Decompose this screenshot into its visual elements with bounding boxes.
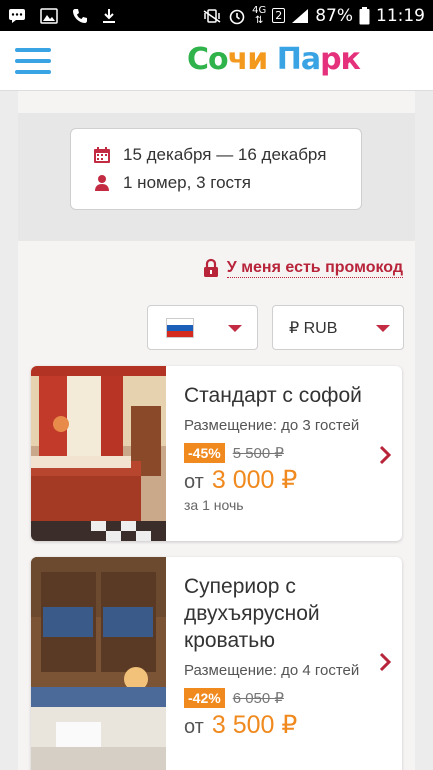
price-from-label: от xyxy=(184,471,204,493)
promo-code-label: У меня есть промокод xyxy=(226,258,403,278)
language-select[interactable] xyxy=(147,305,258,350)
main-content: 15 декабря — 16 декабря 1 номер, 3 гостя… xyxy=(18,91,415,770)
price-row: от 3 500 ₽ xyxy=(184,710,364,740)
currency-select[interactable]: ₽ RUB xyxy=(272,305,404,350)
room-card[interactable]: Стандарт с софой Размещение: до 3 гостей… xyxy=(31,366,402,541)
price-from-label: от xyxy=(184,716,204,738)
room-title[interactable]: Супериор с двухъярусной кроватью xyxy=(184,573,364,654)
app-header: Сочи Парк xyxy=(0,31,433,91)
page-background: 15 декабря — 16 декабря 1 номер, 3 гостя… xyxy=(0,91,433,770)
network-indicator: 4G ⇅ xyxy=(252,4,267,26)
message-icon xyxy=(9,8,25,23)
discount-row: -45% 5 500 ₽ xyxy=(184,443,364,463)
chevron-down-icon xyxy=(376,325,390,332)
battery-level: 87% xyxy=(315,5,353,26)
alarm-icon xyxy=(229,9,245,24)
room-info: Стандарт с софой Размещение: до 3 гостей… xyxy=(184,382,364,513)
lock-icon xyxy=(203,258,218,277)
guests-row: 1 номер, 3 гостя xyxy=(91,169,361,197)
old-price: 6 050 ₽ xyxy=(232,690,284,707)
dates-row: 15 декабря — 16 декабря xyxy=(91,141,361,169)
promo-code-link[interactable]: У меня есть промокод xyxy=(203,258,403,278)
russia-flag-icon xyxy=(166,318,194,338)
battery-icon xyxy=(359,6,370,24)
vibrate-icon xyxy=(203,8,221,23)
logo-part: рк xyxy=(320,42,361,77)
guests-text: 1 номер, 3 гостя xyxy=(123,173,252,192)
dates-text: 15 декабря — 16 декабря xyxy=(123,145,327,164)
room-title[interactable]: Стандарт с софой xyxy=(184,382,364,409)
price-value: 3 000 ₽ xyxy=(211,466,298,494)
room-occupancy: Размещение: до 4 гостей xyxy=(184,662,360,679)
clock: 11:19 xyxy=(376,5,425,26)
currency-value: ₽ RUB xyxy=(289,320,338,337)
logo-part: Па xyxy=(267,42,321,77)
phone-icon xyxy=(73,8,87,23)
person-icon xyxy=(91,174,113,192)
hamburger-icon[interactable] xyxy=(15,48,51,75)
chevron-down-icon xyxy=(228,325,242,332)
room-occupancy: Размещение: до 3 гостей xyxy=(184,417,360,434)
discount-row: -42% 6 050 ₽ xyxy=(184,688,364,708)
room-photo xyxy=(31,366,166,541)
calendar-icon xyxy=(91,146,113,164)
room-card[interactable]: Супериор с двухъярусной кроватью Размеще… xyxy=(31,557,402,770)
price-value: 3 500 ₽ xyxy=(211,711,298,739)
search-summary-zone: 15 декабря — 16 декабря 1 номер, 3 гостя xyxy=(18,113,415,241)
logo-part: чи xyxy=(227,42,269,77)
per-night-label: за 1 ночь xyxy=(184,497,244,513)
room-info: Супериор с двухъярусной кроватью Размеще… xyxy=(184,573,364,740)
logo[interactable]: Сочи Парк xyxy=(187,42,361,77)
signal-icon xyxy=(292,8,309,23)
image-icon xyxy=(40,7,58,24)
download-icon xyxy=(103,8,115,23)
discount-badge: -42% xyxy=(184,688,225,708)
chevron-right-icon[interactable] xyxy=(378,444,392,466)
sim-indicator: 2 xyxy=(272,8,286,23)
price-row: от 3 000 ₽ xyxy=(184,465,364,495)
chevron-right-icon[interactable] xyxy=(378,651,392,673)
search-summary-box[interactable]: 15 декабря — 16 декабря 1 номер, 3 гостя xyxy=(70,128,362,210)
room-photo xyxy=(31,557,166,770)
logo-part: Со xyxy=(187,42,229,77)
status-bar: 4G ⇅ 2 87% 11:19 xyxy=(0,0,433,31)
discount-badge: -45% xyxy=(184,443,225,463)
old-price: 5 500 ₽ xyxy=(232,445,284,462)
